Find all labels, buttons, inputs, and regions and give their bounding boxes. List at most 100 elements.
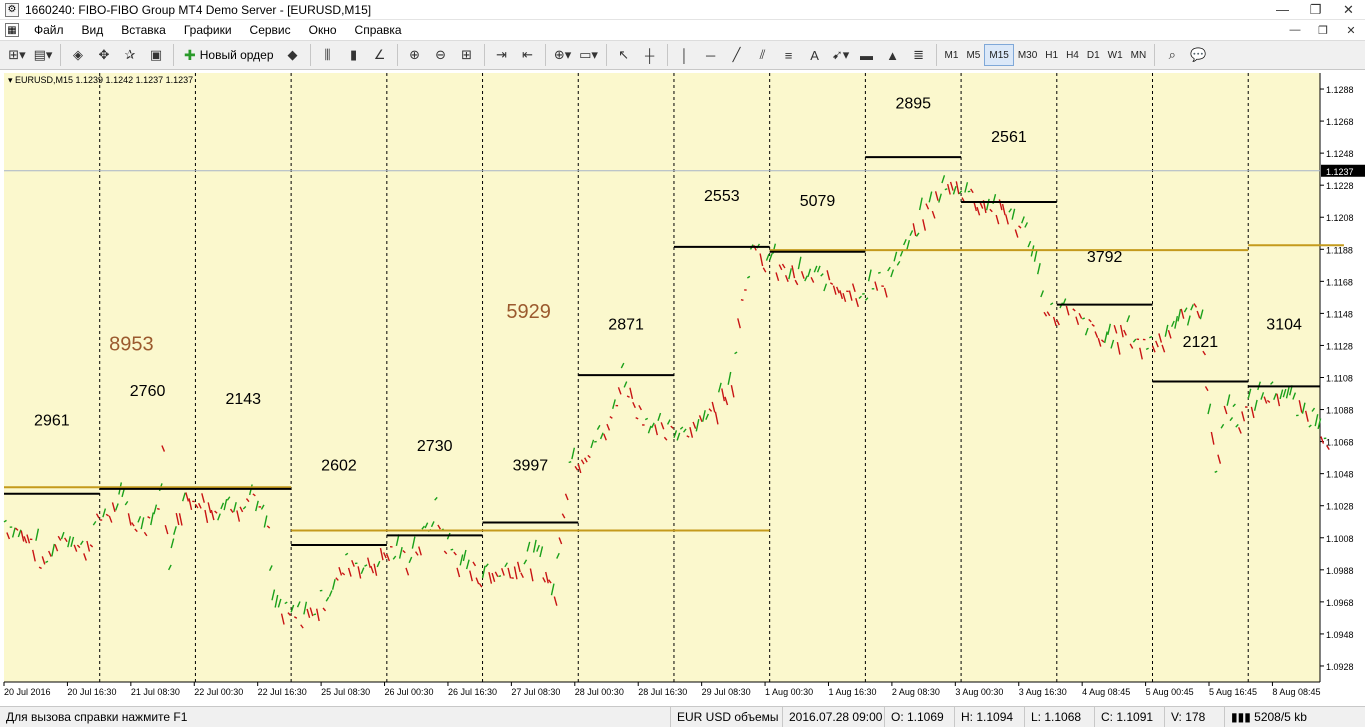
price-bar: [157, 509, 160, 510]
menu-insert[interactable]: Вставка: [112, 20, 175, 40]
chart-shift-icon[interactable]: ⇥: [490, 43, 514, 67]
session-volume-label: 2760: [130, 383, 166, 400]
close-button[interactable]: ✕: [1332, 0, 1365, 20]
status-low: L: 1.1068: [1024, 707, 1094, 727]
triangle-icon[interactable]: ▲: [881, 43, 905, 67]
mdi-close-button[interactable]: ✕: [1337, 24, 1365, 37]
line-chart-icon[interactable]: ∠: [368, 43, 392, 67]
timeframe-w1[interactable]: W1: [1104, 44, 1127, 66]
fibo-fan-icon[interactable]: ≣: [907, 43, 931, 67]
time-axis-label: 26 Jul 16:30: [448, 687, 497, 697]
timeframe-d1[interactable]: D1: [1083, 44, 1104, 66]
cursor-icon[interactable]: ↖: [612, 43, 636, 67]
templates-icon[interactable]: ▭▾: [577, 43, 601, 67]
profiles-icon[interactable]: ▤▾: [31, 43, 55, 67]
timeframe-h4[interactable]: H4: [1062, 44, 1083, 66]
time-axis-label: 22 Jul 00:30: [194, 687, 243, 697]
time-axis-label: 1 Aug 16:30: [828, 687, 876, 697]
session-volume-label: 2895: [895, 95, 931, 112]
candlestick-icon[interactable]: ▮: [342, 43, 366, 67]
time-axis-label: 8 Aug 08:45: [1272, 687, 1320, 697]
price-axis-label: 1.1068: [1326, 438, 1354, 448]
window-title: 1660240: FIBO-FIBO Group MT4 Demo Server…: [25, 3, 371, 17]
maximize-button[interactable]: ❐: [1299, 0, 1332, 20]
channel-icon[interactable]: ⫽: [751, 43, 775, 67]
session-volume-label: 2961: [34, 413, 70, 430]
indicators-icon[interactable]: ⊕▾: [551, 43, 575, 67]
time-axis-label: 20 Jul 16:30: [67, 687, 116, 697]
chart-window[interactable]: 1.12881.12681.12481.12281.12081.11881.11…: [0, 70, 1365, 706]
mdi-restore-button[interactable]: ❐: [1309, 24, 1337, 37]
tile-windows-icon[interactable]: ⊞: [455, 43, 479, 67]
chart-window-icon[interactable]: ▦: [5, 23, 19, 37]
symbol-header: ▾ EURUSD,M15 1.1239 1.1242 1.1237 1.1237: [8, 75, 193, 85]
autoscroll-icon[interactable]: ⇤: [516, 43, 540, 67]
new-order-button[interactable]: ✚ Новый ордер: [178, 43, 280, 67]
minimize-button[interactable]: —: [1266, 0, 1299, 20]
title-bar: ⚙ 1660240: FIBO-FIBO Group MT4 Demo Serv…: [0, 0, 1365, 20]
app-icon: ⚙: [5, 3, 19, 17]
toolbar-separator: [936, 44, 937, 66]
price-axis-label: 1.1188: [1326, 245, 1353, 255]
menu-file[interactable]: Файл: [25, 20, 73, 40]
session-volume-label: 2730: [417, 438, 453, 455]
new-order-icon: ✚: [184, 47, 196, 64]
mdi-minimize-button[interactable]: —: [1281, 24, 1309, 37]
timeframe-m30[interactable]: M30: [1014, 44, 1041, 66]
price-axis-label: 1.1208: [1326, 213, 1354, 223]
new-chart-icon[interactable]: ⊞▾: [5, 43, 29, 67]
toolbar-separator: [667, 44, 668, 66]
timeframe-mn[interactable]: MN: [1127, 44, 1151, 66]
timeframe-m1[interactable]: M1: [941, 44, 963, 66]
rectangle-icon[interactable]: ▬: [855, 43, 879, 67]
menu-bar: ▦ Файл Вид Вставка Графики Сервис Окно С…: [0, 20, 1365, 40]
menu-help[interactable]: Справка: [346, 20, 411, 40]
autotrading-icon[interactable]: ◆: [281, 43, 305, 67]
zoom-out-icon[interactable]: ⊖: [429, 43, 453, 67]
search-icon[interactable]: ⌕: [1160, 43, 1184, 67]
timeframe-m5[interactable]: M5: [962, 44, 984, 66]
menu-charts[interactable]: Графики: [175, 20, 241, 40]
arrows-icon[interactable]: ➹▾: [829, 43, 853, 67]
trendline-icon[interactable]: ╱: [725, 43, 749, 67]
timeframe-m15[interactable]: M15: [984, 44, 1013, 66]
chat-icon[interactable]: 💬: [1186, 43, 1210, 67]
navigator-icon[interactable]: ✥: [92, 43, 116, 67]
toolbar-separator: [60, 44, 61, 66]
text-icon[interactable]: A: [803, 43, 827, 67]
session-volume-label: 3104: [1266, 316, 1302, 333]
favorites-icon[interactable]: ✰: [118, 43, 142, 67]
connection-icon: ▮▮▮: [1231, 710, 1254, 724]
menu-view[interactable]: Вид: [73, 20, 113, 40]
price-axis-label: 1.1288: [1326, 85, 1354, 95]
market-watch-icon[interactable]: ◈: [66, 43, 90, 67]
price-bar: [741, 300, 744, 301]
price-axis-label: 1.1268: [1326, 117, 1354, 127]
terminal-icon[interactable]: ▣: [144, 43, 168, 67]
price-bar: [878, 272, 881, 273]
price-axis-label: 1.1008: [1326, 534, 1354, 544]
price-axis-label: 1.0928: [1326, 662, 1354, 672]
session-volume-label: 2143: [225, 391, 261, 408]
time-axis-label: 3 Aug 00:30: [955, 687, 1003, 697]
status-help: Для вызова справки нажмите F1: [0, 707, 670, 727]
session-volume-label: 2561: [991, 129, 1027, 146]
status-open: O: 1.1069: [884, 707, 954, 727]
menu-tools[interactable]: Сервис: [241, 20, 300, 40]
time-axis-label: 21 Jul 08:30: [131, 687, 180, 697]
time-axis-label: 5 Aug 16:45: [1209, 687, 1257, 697]
zoom-in-icon[interactable]: ⊕: [403, 43, 427, 67]
fibonacci-icon[interactable]: ≡: [777, 43, 801, 67]
menu-window[interactable]: Окно: [300, 20, 346, 40]
toolbar-separator: [1154, 44, 1155, 66]
bar-chart-icon[interactable]: ⫼: [316, 43, 340, 67]
traffic-label: 5208/5 kb: [1254, 710, 1307, 724]
vertical-line-icon[interactable]: │: [673, 43, 697, 67]
crosshair-icon[interactable]: ┼: [638, 43, 662, 67]
horizontal-line-icon[interactable]: ─: [699, 43, 723, 67]
time-axis-label: 29 Jul 08:30: [702, 687, 751, 697]
timeframe-h1[interactable]: H1: [1041, 44, 1062, 66]
weekly-volume-label: 5929: [506, 301, 551, 323]
price-chart[interactable]: 1.12881.12681.12481.12281.12081.11881.11…: [0, 70, 1365, 706]
weekly-volume-label: 8953: [109, 333, 154, 355]
